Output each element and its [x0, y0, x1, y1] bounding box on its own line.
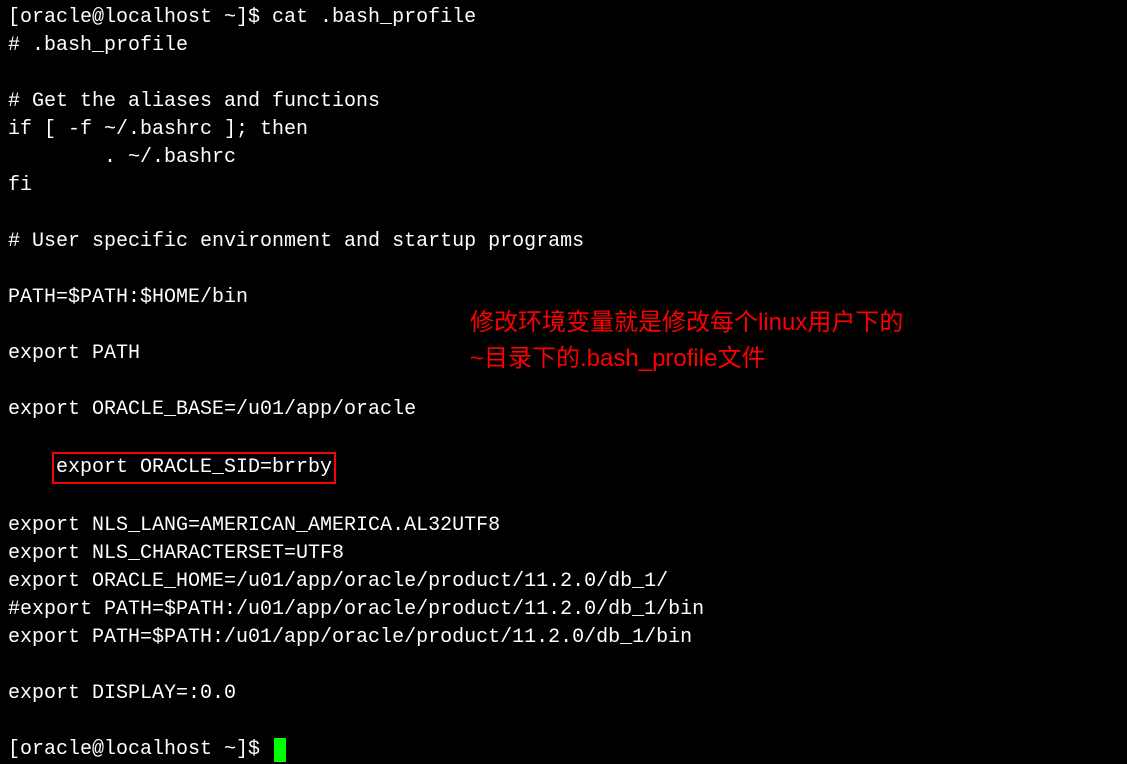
annotation-text: 修改环境变量就是修改每个linux用户下的 ~目录下的.bash_profile…	[470, 305, 903, 377]
terminal-line: . ~/.bashrc	[8, 144, 1119, 172]
terminal-line	[8, 652, 1119, 680]
terminal-prompt-line[interactable]: [oracle@localhost ~]$	[8, 736, 1119, 764]
terminal-line	[8, 708, 1119, 736]
terminal-line: fi	[8, 172, 1119, 200]
terminal-line: [oracle@localhost ~]$ cat .bash_profile	[8, 4, 1119, 32]
terminal-line: # .bash_profile	[8, 32, 1119, 60]
terminal-line	[8, 200, 1119, 228]
terminal-prompt: [oracle@localhost ~]$	[8, 736, 272, 764]
terminal-line: export ORACLE_HOME=/u01/app/oracle/produ…	[8, 568, 1119, 596]
terminal-line: # Get the aliases and functions	[8, 88, 1119, 116]
terminal-line: export PATH=$PATH:/u01/app/oracle/produc…	[8, 624, 1119, 652]
terminal-line: if [ -f ~/.bashrc ]; then	[8, 116, 1119, 144]
terminal-line: export NLS_LANG=AMERICAN_AMERICA.AL32UTF…	[8, 512, 1119, 540]
terminal-line: export ORACLE_BASE=/u01/app/oracle	[8, 396, 1119, 424]
terminal-line: export DISPLAY=:0.0	[8, 680, 1119, 708]
terminal-line	[8, 60, 1119, 88]
highlight-box: export ORACLE_SID=brrby	[52, 452, 336, 484]
terminal-line: export NLS_CHARACTERSET=UTF8	[8, 540, 1119, 568]
terminal-line: # User specific environment and startup …	[8, 228, 1119, 256]
terminal-line	[8, 256, 1119, 284]
cursor-icon	[274, 738, 286, 762]
highlighted-terminal-line: export ORACLE_SID=brrby	[8, 424, 1119, 512]
terminal-output[interactable]: [oracle@localhost ~]$ cat .bash_profile …	[8, 4, 1119, 764]
terminal-line: #export PATH=$PATH:/u01/app/oracle/produ…	[8, 596, 1119, 624]
